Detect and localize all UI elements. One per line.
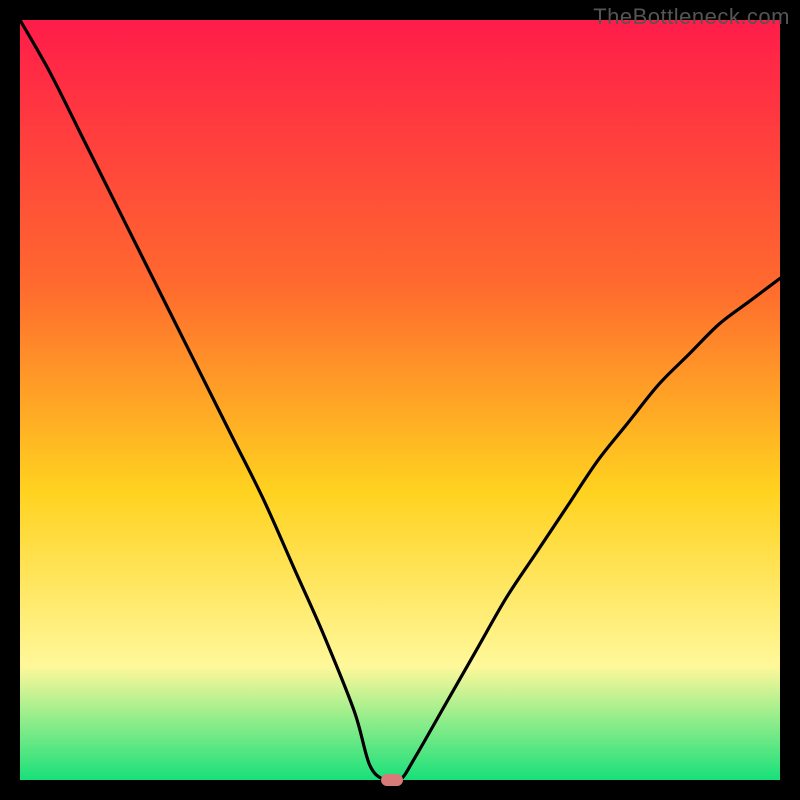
watermark-text: TheBottleneck.com [593,4,790,30]
chart-frame: TheBottleneck.com [0,0,800,800]
gradient-background [20,20,780,780]
plot-svg [20,20,780,780]
plot-area [20,20,780,780]
optimum-marker [381,774,403,786]
